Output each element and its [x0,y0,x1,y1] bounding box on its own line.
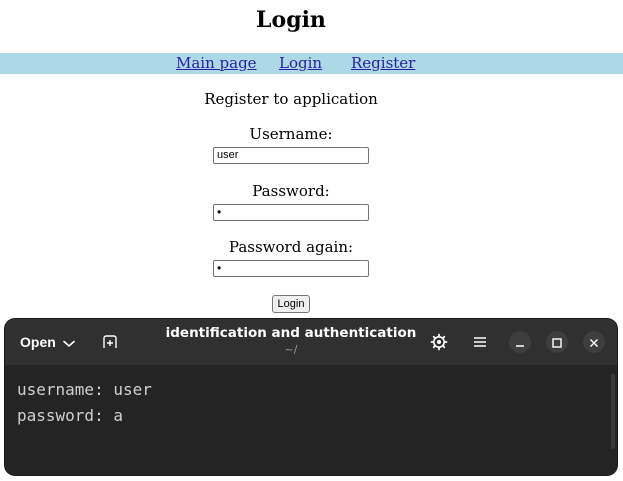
terminal-scrollbar[interactable] [611,374,615,449]
username-value: user [217,149,239,161]
maximize-icon [552,333,562,352]
login-submit-button[interactable]: Login [272,295,310,313]
open-button[interactable]: Open [13,327,79,357]
close-button[interactable] [583,331,605,353]
username-input[interactable]: user [213,147,369,164]
password-value: • [217,205,222,219]
terminal-window: Open identification and authentication ~… [5,319,617,475]
password-again-input[interactable]: • [213,260,369,277]
minimize-button[interactable] [509,331,531,353]
password-label: Password: [252,182,330,200]
hamburger-menu-icon[interactable] [466,328,494,356]
nav-link-register[interactable]: Register [351,54,415,73]
password-again-label: Password again: [228,238,354,256]
password-input[interactable]: • [213,204,369,221]
nav-link-login[interactable]: Login [279,54,322,73]
terminal-line: password: a [17,406,123,425]
terminal-header-bar: Open identification and authentication ~… [5,319,617,365]
form-heading: Register to application [204,90,378,108]
terminal-subtitle: ~/ [284,343,298,356]
chevron-down-icon [62,333,75,352]
minimize-icon [515,333,525,352]
terminal-output[interactable]: username: user password: a [5,365,617,475]
terminal-line: username: user [17,380,152,399]
password-again-value: • [217,261,222,275]
maximize-button[interactable] [546,331,568,353]
gear-icon[interactable] [425,328,453,356]
nav-bar: Main page Login Register [0,53,623,74]
open-button-label: Open [20,334,56,350]
new-tab-icon[interactable] [96,328,124,356]
close-icon [589,333,599,352]
terminal-title: identification and authentication [165,325,417,341]
nav-link-main-page[interactable]: Main page [176,54,257,73]
page-title: Login [256,7,326,33]
username-label: Username: [249,125,333,143]
